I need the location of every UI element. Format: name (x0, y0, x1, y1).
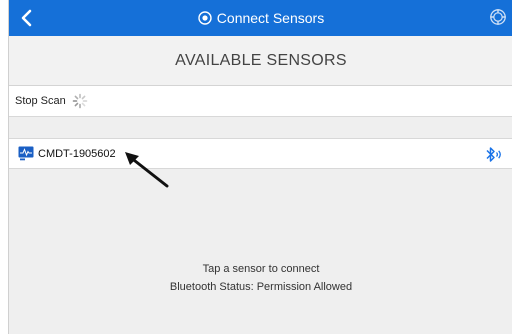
stop-scan-button[interactable]: Stop Scan (9, 86, 512, 117)
nav-title-group: Connect Sensors (9, 0, 512, 36)
nav-bar: Connect Sensors (9, 0, 512, 36)
section-header: AVAILABLE SENSORS (9, 36, 512, 86)
sensor-name: CMDT-1905602 (38, 147, 116, 160)
sensor-device-icon (18, 146, 34, 161)
gear-icon[interactable] (489, 8, 507, 26)
sensor-list-item[interactable]: CMDT-1905602 (9, 138, 512, 169)
page-title: Connect Sensors (216, 10, 325, 26)
loading-spinner-icon (72, 93, 88, 109)
connect-hint: Tap a sensor to connect (202, 263, 320, 275)
section-title: AVAILABLE SENSORS (175, 51, 347, 69)
connect-sensors-icon (198, 11, 212, 25)
bluetooth-icon (486, 147, 501, 162)
app-window: Connect Sensors AVAILABLE SENSORS Stop S… (8, 0, 512, 334)
pointer-arrow (125, 152, 169, 188)
bluetooth-status: Bluetooth Status: Permission Allowed (169, 281, 353, 293)
status-footer: Tap a sensor to connect Bluetooth Status… (9, 260, 512, 296)
stop-scan-label: Stop Scan (15, 95, 66, 107)
